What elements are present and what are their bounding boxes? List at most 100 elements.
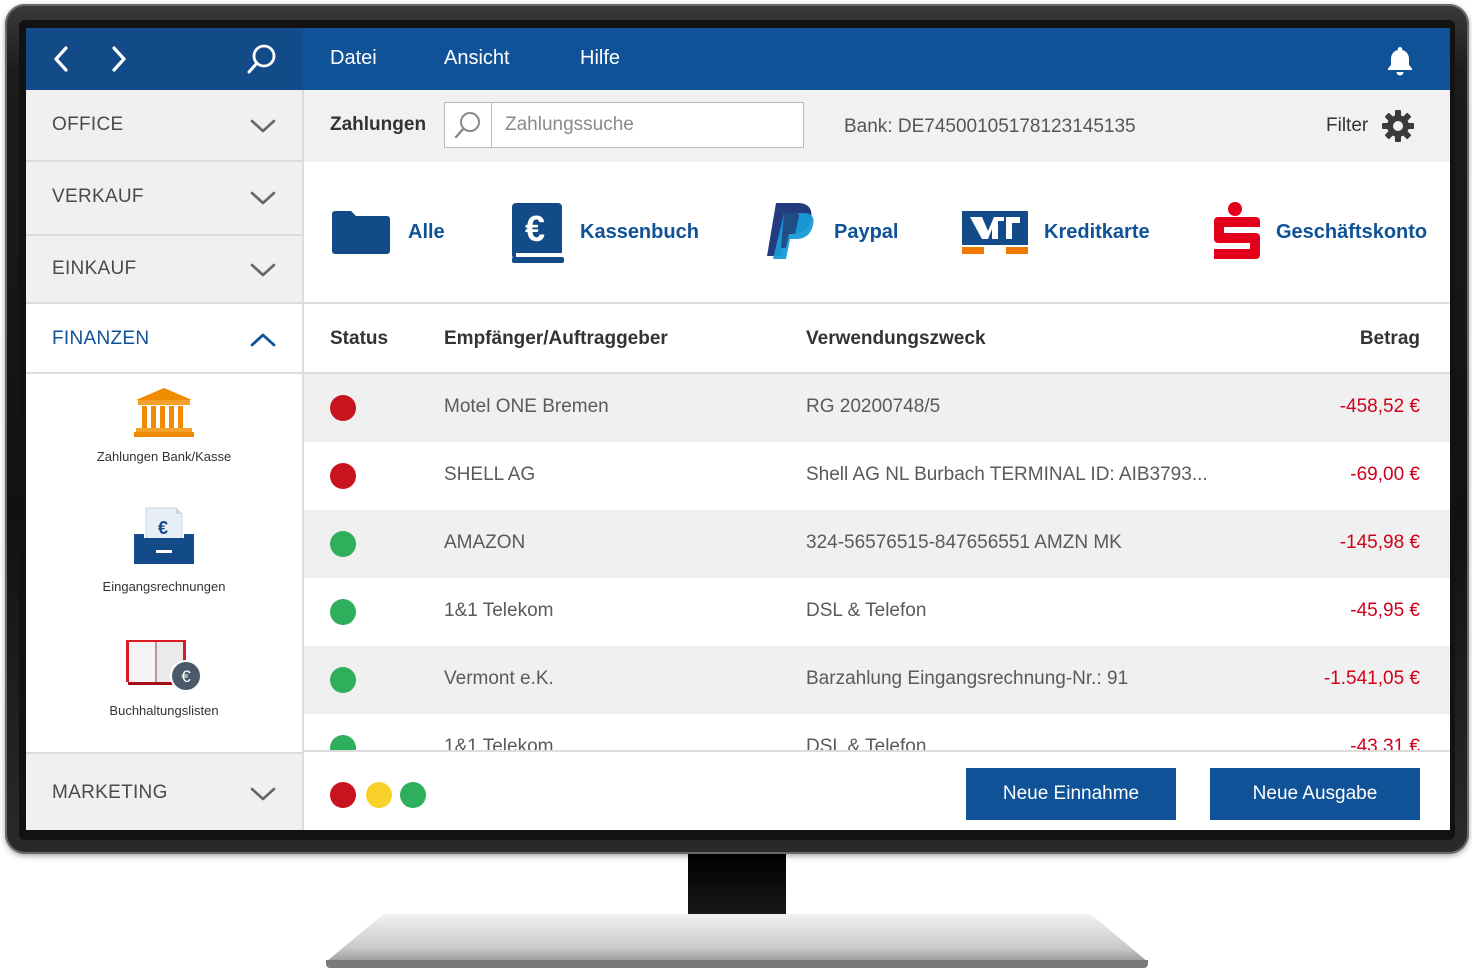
back-button[interactable]: [44, 42, 78, 76]
purpose-cell: 324-56576515-847656551 AMZN MK: [806, 532, 1122, 553]
sidebar-item-label: Eingangsrechnungen: [102, 579, 226, 594]
chevron-right-icon: [112, 46, 126, 72]
account-tab-label: Geschäftskonto: [1276, 220, 1428, 243]
payment-search-input[interactable]: [503, 109, 797, 141]
column-header-purpose[interactable]: Verwendungszweck: [806, 328, 986, 350]
status-indicator: [330, 395, 356, 421]
sidebar-item-label: Buchhaltungslisten: [109, 703, 219, 718]
sidebar-section-finanzen[interactable]: FINANZEN: [26, 304, 302, 374]
table-row[interactable]: 1&1 Telekom DSL & Telefon -45,95 €: [304, 578, 1450, 646]
svg-text:€: €: [181, 667, 191, 686]
bank-building-icon: [134, 388, 194, 437]
recipient-cell: Motel ONE Bremen: [444, 396, 609, 417]
sidebar-item-eingangsrechnungen[interactable]: € Eingangsrechnungen: [26, 506, 302, 594]
chevron-down-icon: [250, 119, 276, 133]
account-tab-geschaeftskonto[interactable]: Geschäftskonto: [1210, 202, 1427, 262]
status-indicator: [330, 735, 356, 750]
bell-icon: [1388, 47, 1412, 76]
status-filter-green[interactable]: [400, 782, 426, 808]
purpose-cell: DSL & Telefon: [806, 736, 927, 750]
global-search-button[interactable]: [244, 42, 278, 76]
sidebar-section-label: FINANZEN: [52, 328, 150, 349]
amount-cell: -43,31 €: [1350, 736, 1420, 750]
search-icon: [445, 103, 492, 147]
table-row[interactable]: AMAZON 324-56576515-847656551 AMZN MK -1…: [304, 510, 1450, 578]
sidebar-section-label: OFFICE: [52, 114, 124, 135]
notifications-button[interactable]: [1384, 44, 1416, 76]
status-indicator: [330, 667, 356, 693]
purpose-cell: DSL & Telefon: [806, 600, 927, 621]
column-header-recipient[interactable]: Empfänger/Auftraggeber: [444, 328, 668, 350]
chevron-down-icon: [250, 191, 276, 205]
status-indicator: [330, 599, 356, 625]
account-tab-paypal[interactable]: Paypal: [762, 202, 898, 262]
filter-button[interactable]: Filter: [1326, 108, 1416, 144]
amount-cell: -69,00 €: [1350, 464, 1420, 485]
app-window: Datei Ansicht Hilfe OFFICE VERKAUF EINKA…: [26, 28, 1450, 830]
svg-text:€: €: [525, 208, 545, 249]
monitor-stand: [326, 914, 1148, 962]
sidebar-section-verkauf[interactable]: VERKAUF: [26, 162, 302, 236]
chevron-down-icon: [250, 787, 276, 801]
filter-label: Filter: [1326, 115, 1369, 136]
table-row[interactable]: Vermont e.K. Barzahlung Eingangsrechnung…: [304, 646, 1450, 714]
sidebar-item-buchhaltungslisten[interactable]: € Buchhaltungslisten: [26, 636, 302, 718]
chevron-left-icon: [54, 46, 68, 72]
status-filter-yellow[interactable]: [366, 782, 392, 808]
account-tab-kreditkarte[interactable]: Kreditkarte: [962, 202, 1150, 262]
sidebar-section-einkauf[interactable]: EINKAUF: [26, 236, 302, 304]
account-tab-label: Alle: [408, 220, 445, 243]
account-tab-label: Kreditkarte: [1044, 220, 1150, 243]
recipient-cell: Vermont e.K.: [444, 668, 554, 689]
folder-icon: [332, 211, 390, 254]
purpose-cell: Barzahlung Eingangsrechnung-Nr.: 91: [806, 668, 1129, 689]
account-tab-kassenbuch[interactable]: € Kassenbuch: [510, 202, 699, 263]
accounting-book-icon: €: [126, 640, 202, 692]
volksbank-logo-icon: [962, 211, 1028, 254]
paypal-logo-icon: [767, 203, 814, 259]
sidebar: OFFICE VERKAUF EINKAUF FINANZEN Zahlunge…: [26, 90, 304, 830]
account-tab-alle[interactable]: Alle: [330, 202, 445, 262]
main-panel: Zahlungen Bank: DE74500105178123145135 F…: [304, 90, 1450, 830]
account-tab-label: Kassenbuch: [580, 220, 699, 243]
sidebar-section-office[interactable]: OFFICE: [26, 90, 302, 162]
sidebar-section-label: VERKAUF: [52, 186, 144, 207]
menu-datei[interactable]: Datei: [330, 28, 377, 90]
recipient-cell: 1&1 Telekom: [444, 600, 554, 621]
table-row[interactable]: Motel ONE Bremen RG 20200748/5 -458,52 €: [304, 374, 1450, 442]
status-filter-red[interactable]: [330, 782, 356, 808]
payments-table-header: Status Empfänger/Auftraggeber Verwendung…: [304, 304, 1450, 374]
chevron-up-icon: [250, 333, 276, 347]
sparkasse-logo-icon: [1214, 202, 1260, 259]
top-menu-bar: Datei Ansicht Hilfe: [26, 28, 1450, 90]
sidebar-section-label: MARKETING: [52, 782, 168, 803]
chevron-down-icon: [250, 263, 276, 277]
column-header-status[interactable]: Status: [330, 328, 388, 350]
menu-ansicht[interactable]: Ansicht: [444, 28, 510, 90]
gear-icon: [1382, 110, 1415, 142]
amount-cell: -458,52 €: [1339, 396, 1420, 417]
status-indicator: [330, 463, 356, 489]
table-row[interactable]: 1&1 Telekom DSL & Telefon -43,31 €: [304, 714, 1450, 750]
payment-search: [444, 102, 804, 148]
amount-cell: -45,95 €: [1350, 600, 1420, 621]
payments-table-body: Motel ONE Bremen RG 20200748/5 -458,52 €…: [304, 374, 1450, 750]
menu-hilfe[interactable]: Hilfe: [580, 28, 620, 90]
sidebar-section-label: EINKAUF: [52, 258, 137, 279]
status-indicator: [330, 531, 356, 557]
bottom-action-bar: Neue Einnahme Neue Ausgabe: [304, 750, 1450, 830]
search-icon: [247, 44, 276, 74]
amount-cell: -1.541,05 €: [1323, 668, 1420, 689]
column-header-amount[interactable]: Betrag: [1360, 328, 1420, 350]
sidebar-item-zahlungen-bank-kasse[interactable]: Zahlungen Bank/Kasse: [26, 386, 302, 464]
table-row[interactable]: SHELL AG Shell AG NL Burbach TERMINAL ID…: [304, 442, 1450, 510]
monitor-neck: [688, 854, 786, 918]
payments-toolbar: Zahlungen Bank: DE74500105178123145135 F…: [304, 90, 1450, 162]
new-expense-button[interactable]: Neue Ausgabe: [1210, 768, 1420, 820]
new-income-button[interactable]: Neue Einnahme: [966, 768, 1176, 820]
recipient-cell: SHELL AG: [444, 464, 536, 485]
svg-text:€: €: [158, 518, 168, 538]
forward-button[interactable]: [102, 42, 136, 76]
incoming-invoice-icon: €: [134, 507, 194, 564]
sidebar-section-marketing[interactable]: MARKETING: [26, 752, 302, 830]
